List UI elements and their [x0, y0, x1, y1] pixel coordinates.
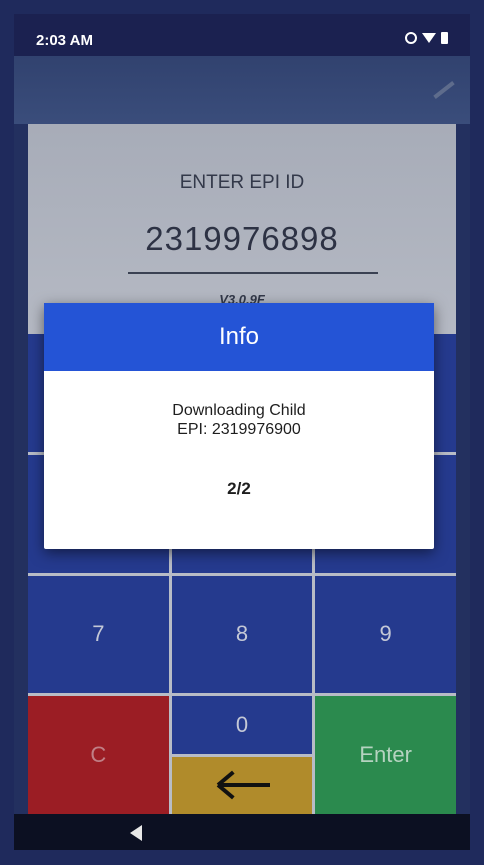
keypad-middle-column: 0	[171, 696, 313, 814]
nav-back-icon[interactable]	[130, 825, 142, 841]
info-dialog: Info Downloading Child EPI: 2319976900 2…	[44, 303, 434, 549]
dialog-message-line1: Downloading Child	[172, 402, 306, 419]
app-bar	[14, 56, 470, 124]
clear-button[interactable]: C	[28, 696, 169, 814]
battery-icon	[441, 32, 448, 44]
key-8[interactable]: 8	[171, 575, 313, 694]
entry-underline	[128, 272, 378, 274]
status-time: 2:03 AM	[36, 32, 93, 49]
epi-id-field[interactable]: 2319976898	[28, 220, 456, 258]
dialog-message-line2: EPI: 2319976900	[177, 421, 301, 438]
entry-title: ENTER EPI ID	[179, 172, 305, 193]
backspace-button[interactable]	[171, 756, 313, 814]
alarm-icon	[405, 32, 417, 44]
dialog-title: Info	[44, 303, 434, 371]
status-icons	[405, 32, 448, 44]
download-progress: 2/2	[227, 479, 251, 498]
status-bar: 2:03 AM	[14, 14, 470, 56]
key-9[interactable]: 9	[315, 575, 456, 694]
wifi-icon	[422, 33, 436, 43]
enter-button[interactable]: Enter	[315, 696, 456, 814]
dialog-message: Downloading Child EPI: 2319976900	[44, 401, 434, 439]
key-7[interactable]: 7	[28, 575, 169, 694]
left-arrow-icon	[214, 770, 270, 800]
navigation-bar	[14, 814, 470, 850]
key-0[interactable]: 0	[171, 696, 313, 754]
